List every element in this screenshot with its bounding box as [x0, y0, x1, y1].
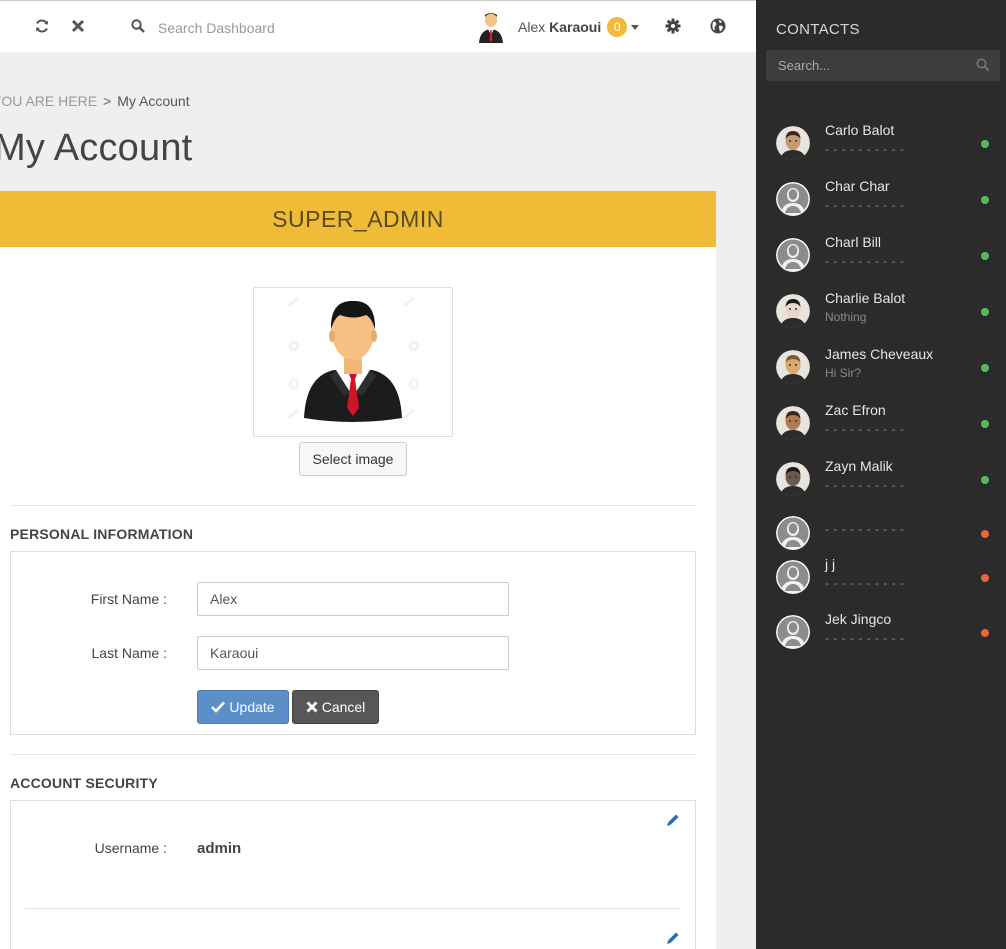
- contact-avatar: [776, 126, 810, 160]
- page-title: My Account: [0, 127, 193, 169]
- contact-status: - - - - - - - - - -: [825, 198, 905, 212]
- edit-password-icon[interactable]: [665, 930, 681, 946]
- last-name-field[interactable]: [197, 636, 509, 670]
- contact-status: - - - - - - - - - -: [825, 631, 905, 645]
- breadcrumb-prefix: YOU ARE HERE: [0, 93, 98, 109]
- online-status-dot: [981, 476, 989, 484]
- contact-item[interactable]: Charl Bill - - - - - - - - - -: [756, 232, 1006, 284]
- close-icon: [306, 701, 318, 713]
- chevron-down-icon: [631, 24, 640, 30]
- online-status-dot: [981, 364, 989, 372]
- profile-photo: [253, 287, 453, 437]
- contact-avatar: [776, 615, 810, 649]
- contact-name: Zac Efron: [825, 402, 886, 418]
- notification-badge: 0: [607, 17, 628, 37]
- contact-item[interactable]: Zayn Malik - - - - - - - - - -: [756, 456, 1006, 508]
- contact-status: - - - - - - - - - -: [825, 522, 905, 536]
- breadcrumb: YOU ARE HERE > My Account: [0, 93, 190, 109]
- contact-avatar: [776, 516, 810, 550]
- contact-avatar: [776, 182, 810, 216]
- contact-name: Zayn Malik: [825, 458, 893, 474]
- globe-icon[interactable]: [709, 17, 727, 35]
- contact-status: Hi Sir?: [825, 366, 862, 380]
- divider: [10, 754, 696, 755]
- online-status-dot: [981, 308, 989, 316]
- contact-item[interactable]: Zac Efron - - - - - - - - - -: [756, 400, 1006, 452]
- contact-name: James Cheveaux: [825, 346, 934, 362]
- update-button-label: Update: [229, 699, 275, 715]
- select-image-button[interactable]: Select image: [299, 442, 407, 476]
- contact-item[interactable]: Charlie Balot Nothing: [756, 288, 1006, 340]
- divider: [10, 505, 696, 506]
- search-icon[interactable]: [976, 58, 990, 72]
- contact-name: Charlie Balot: [825, 290, 906, 306]
- personal-info-box: First Name : Last Name : Update Cancel: [10, 551, 696, 735]
- username-value: admin: [197, 840, 242, 857]
- close-icon[interactable]: [69, 17, 87, 35]
- account-security-title: ACCOUNT SECURITY: [10, 775, 158, 791]
- search-icon: [129, 17, 147, 35]
- contact-avatar: [776, 406, 810, 440]
- contact-status: Nothing: [825, 310, 867, 324]
- contact-status: - - - - - - - - - -: [825, 478, 905, 492]
- contact-status: - - - - - - - - - -: [825, 142, 905, 156]
- account-panel: SUPER_ADMIN Select image PERSONAL INFORM…: [0, 191, 716, 949]
- refresh-icon[interactable]: [33, 17, 51, 35]
- contact-name: Charl Bill: [825, 234, 882, 250]
- user-menu[interactable]: Alex Karaoui 0: [478, 11, 640, 43]
- contacts-title: CONTACTS: [776, 21, 860, 38]
- contact-name: Carlo Balot: [825, 122, 895, 138]
- offline-status-dot: [981, 530, 989, 538]
- contact-avatar: [776, 238, 810, 272]
- contact-avatar: [776, 350, 810, 384]
- cancel-button-label: Cancel: [321, 699, 366, 715]
- last-name-label: Last Name :: [91, 645, 167, 661]
- contact-name: Char Char: [825, 178, 890, 194]
- profile-avatar-illustration: [287, 296, 420, 422]
- user-avatar: [479, 13, 503, 43]
- contact-name: j j: [825, 556, 836, 572]
- contact-item[interactable]: Jek Jingco - - - - - - - - - -: [756, 609, 1006, 661]
- contact-avatar: [776, 560, 810, 594]
- online-status-dot: [981, 196, 989, 204]
- username-label: Username :: [94, 840, 167, 856]
- offline-status-dot: [981, 629, 989, 637]
- divider: [25, 908, 681, 909]
- edit-username-icon[interactable]: [665, 812, 681, 828]
- contacts-sidebar: CONTACTS Carlo Balot- - - - - - - - - -C…: [756, 0, 1006, 949]
- online-status-dot: [981, 420, 989, 428]
- contact-status: - - - - - - - - - -: [825, 576, 905, 590]
- personal-info-title: PERSONAL INFORMATION: [10, 526, 194, 542]
- contact-item[interactable]: James Cheveaux Hi Sir?: [756, 344, 1006, 396]
- check-icon: [211, 701, 226, 713]
- update-button[interactable]: Update: [197, 690, 289, 724]
- contacts-search: [766, 50, 1000, 81]
- breadcrumb-separator: >: [103, 93, 112, 109]
- account-security-box: Username : admin: [10, 800, 696, 949]
- breadcrumb-current: My Account: [117, 93, 190, 109]
- contact-status: - - - - - - - - - -: [825, 422, 905, 436]
- online-status-dot: [981, 140, 989, 148]
- cancel-button[interactable]: Cancel: [292, 690, 379, 724]
- contact-item[interactable]: j j - - - - - - - - - -: [756, 554, 1006, 606]
- offline-status-dot: [981, 574, 989, 582]
- contact-item[interactable]: Char Char - - - - - - - - - -: [756, 176, 1006, 228]
- contact-item[interactable]: Carlo Balot - - - - - - - - - -: [756, 120, 1006, 172]
- user-name: Alex Karaoui: [518, 19, 602, 35]
- online-status-dot: [981, 252, 989, 260]
- role-banner: SUPER_ADMIN: [0, 191, 716, 247]
- top-bar: Alex Karaoui 0: [0, 0, 756, 52]
- contact-avatar: [776, 294, 810, 328]
- contact-status: - - - - - - - - - -: [825, 254, 905, 268]
- contacts-search-input[interactable]: [766, 50, 966, 81]
- contact-avatar: [776, 462, 810, 496]
- search-input[interactable]: [158, 15, 458, 41]
- first-name-field[interactable]: [197, 582, 509, 616]
- first-name-label: First Name :: [90, 591, 167, 607]
- gear-icon[interactable]: [664, 17, 682, 35]
- contact-name: Jek Jingco: [825, 611, 892, 627]
